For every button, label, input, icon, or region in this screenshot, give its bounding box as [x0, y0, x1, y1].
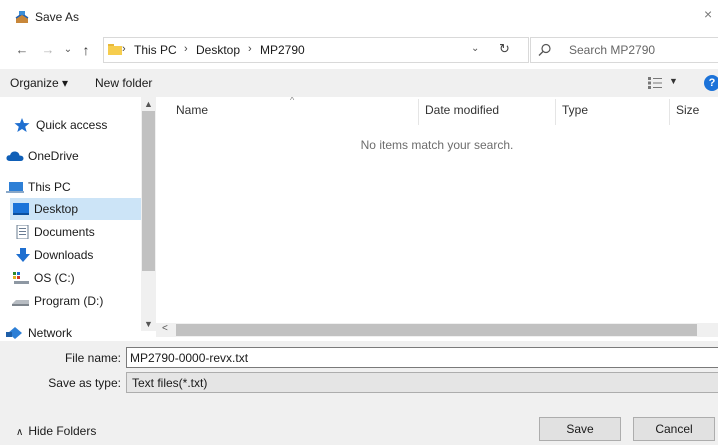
nav-item-label: Quick access: [36, 118, 108, 132]
save-as-type-label: Save as type:: [48, 376, 121, 390]
nav-item-label: This PC: [28, 180, 71, 194]
breadcrumb-mp2790[interactable]: MP2790: [260, 43, 305, 57]
nav-item-network[interactable]: Network: [6, 322, 141, 341]
column-divider[interactable]: [418, 99, 419, 125]
search-icon: [538, 43, 551, 56]
recent-locations-button[interactable]: ⌄: [60, 40, 76, 60]
hide-folders-button[interactable]: ∧ Hide Folders: [16, 424, 96, 438]
save-as-type-value: Text files(*.txt): [132, 376, 208, 390]
nav-item-onedrive[interactable]: OneDrive: [6, 145, 141, 167]
hide-folders-label: Hide Folders: [28, 424, 97, 438]
nav-pane-scrollbar[interactable]: ▲ ▼: [141, 97, 156, 331]
nav-item-label: Desktop: [34, 202, 79, 216]
save-options-panel: File name: Save as type: Text files(*.tx…: [0, 341, 718, 445]
scroll-thumb[interactable]: [142, 111, 155, 271]
breadcrumb-separator: ›: [248, 43, 252, 55]
close-icon[interactable]: ×: [704, 6, 718, 26]
address-row: ← → ⌄ ↑ › This PC › Desktop › MP2790 ⌄ ↻: [0, 34, 718, 66]
address-dropdown-icon[interactable]: ⌄: [471, 43, 479, 54]
column-header-type[interactable]: Type: [562, 103, 588, 117]
column-header-size[interactable]: Size: [676, 103, 699, 117]
search-box[interactable]: [530, 37, 718, 63]
nav-item-quick-access[interactable]: Quick access: [10, 114, 141, 136]
nav-item-os-c[interactable]: OS (C:): [10, 267, 141, 289]
nav-item-label: Network: [28, 326, 73, 340]
file-name-input[interactable]: [130, 350, 690, 365]
scroll-thumb[interactable]: [176, 324, 697, 336]
cloud-icon: [6, 151, 24, 161]
file-list-hscrollbar[interactable]: <: [156, 323, 718, 337]
star-icon: [14, 118, 30, 132]
save-as-dialog: Save As × ← → ⌄ ↑ › This PC › Desktop › …: [0, 0, 718, 445]
nav-item-label: Downloads: [34, 248, 94, 262]
help-icon[interactable]: ?: [704, 75, 718, 91]
app-icon: [15, 11, 29, 23]
column-header-date-modified[interactable]: Date modified: [425, 103, 499, 117]
drive-icon: [13, 272, 29, 284]
scroll-down-icon[interactable]: ▼: [144, 319, 153, 329]
nav-item-desktop[interactable]: Desktop: [10, 198, 141, 220]
breadcrumb-separator: ›: [122, 43, 126, 55]
desktop-icon: [13, 203, 29, 215]
empty-folder-message: No items match your search.: [360, 138, 514, 152]
drive-icon: [12, 300, 29, 306]
column-divider[interactable]: [669, 99, 670, 125]
refresh-icon[interactable]: ↻: [499, 41, 510, 57]
nav-item-label: OS (C:): [34, 271, 75, 285]
nav-item-program-d[interactable]: Program (D:): [10, 290, 141, 312]
cancel-button[interactable]: Cancel: [633, 417, 715, 441]
computer-icon: [6, 182, 24, 193]
chevron-up-icon: ∧: [16, 427, 24, 438]
documents-icon: [16, 225, 29, 239]
save-as-type-select[interactable]: Text files(*.txt): [126, 372, 718, 393]
view-options-dropdown[interactable]: ▼: [669, 76, 678, 86]
forward-button[interactable]: →: [40, 40, 56, 60]
address-bar[interactable]: › This PC › Desktop › MP2790 ⌄ ↻: [103, 37, 529, 63]
sort-ascending-icon: ^: [290, 97, 295, 105]
organize-button[interactable]: Organize ▾: [10, 76, 68, 90]
nav-item-downloads[interactable]: Downloads: [10, 244, 141, 266]
breadcrumb-separator: ›: [184, 43, 188, 55]
change-view-icon[interactable]: [648, 77, 662, 89]
breadcrumb-this-pc[interactable]: This PC: [134, 43, 177, 57]
file-list: ^ Name Date modified Type Size No items …: [156, 97, 718, 341]
download-icon: [16, 248, 30, 262]
window-title: Save As: [35, 10, 80, 24]
network-icon: [6, 327, 22, 339]
file-name-field[interactable]: [126, 347, 718, 368]
column-header-name[interactable]: Name: [176, 103, 208, 117]
nav-item-label: Program (D:): [34, 294, 104, 308]
scroll-left-icon[interactable]: <: [162, 323, 168, 334]
title-bar: Save As ×: [0, 0, 718, 34]
save-button[interactable]: Save: [539, 417, 621, 441]
navigation-pane: Quick access OneDrive This PC Desktop Do…: [0, 97, 156, 341]
file-name-label: File name:: [64, 351, 121, 365]
nav-item-this-pc[interactable]: This PC: [6, 176, 141, 198]
search-input[interactable]: [569, 42, 709, 58]
scroll-up-icon[interactable]: ▲: [144, 99, 153, 109]
command-bar: Organize ▾ New folder ▼ ?: [0, 69, 718, 97]
new-folder-button[interactable]: New folder: [95, 76, 152, 90]
nav-item-label: OneDrive: [28, 149, 79, 163]
nav-item-documents[interactable]: Documents: [10, 221, 141, 243]
nav-item-label: Documents: [34, 225, 95, 239]
breadcrumb-desktop[interactable]: Desktop: [196, 43, 240, 57]
back-button[interactable]: ←: [14, 40, 30, 60]
folder-icon: [108, 44, 122, 55]
up-button[interactable]: ↑: [78, 40, 94, 60]
column-divider[interactable]: [555, 99, 556, 125]
